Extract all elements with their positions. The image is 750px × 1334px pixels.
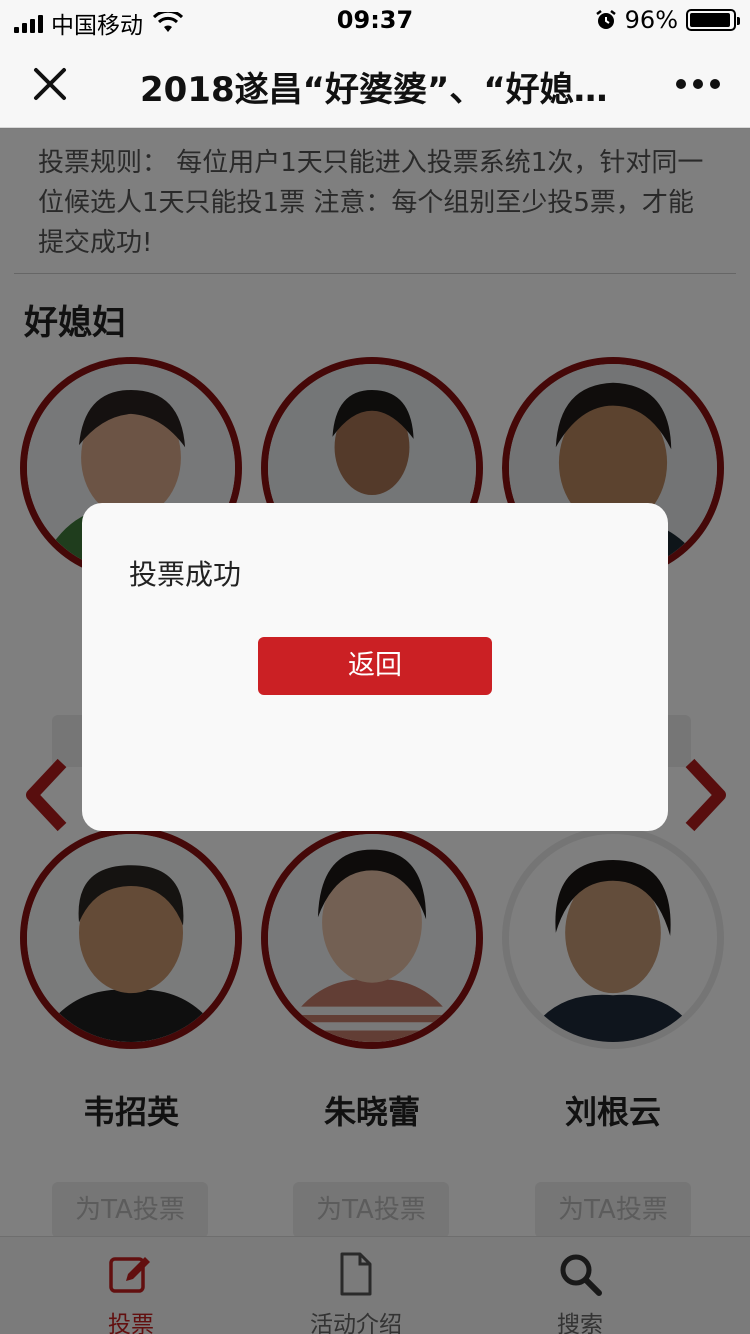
success-dialog: 投票成功 返回: [82, 503, 668, 831]
back-button[interactable]: 返回: [258, 637, 492, 695]
battery-fill: [690, 13, 731, 27]
dialog-message: 投票成功: [129, 558, 242, 591]
battery-icon: [686, 9, 740, 31]
status-bar: 中国移动 09:37 96%: [0, 0, 750, 40]
battery-percent: 96%: [624, 6, 678, 34]
page-title: 2018遂昌“好婆婆”、“好媳妇”: [140, 70, 610, 106]
more-icon[interactable]: [676, 70, 724, 98]
status-right: 96%: [595, 6, 740, 34]
close-icon[interactable]: [28, 62, 72, 106]
alarm-icon: [595, 10, 616, 29]
nav-bar: 2018遂昌“好婆婆”、“好媳妇”: [0, 40, 750, 128]
